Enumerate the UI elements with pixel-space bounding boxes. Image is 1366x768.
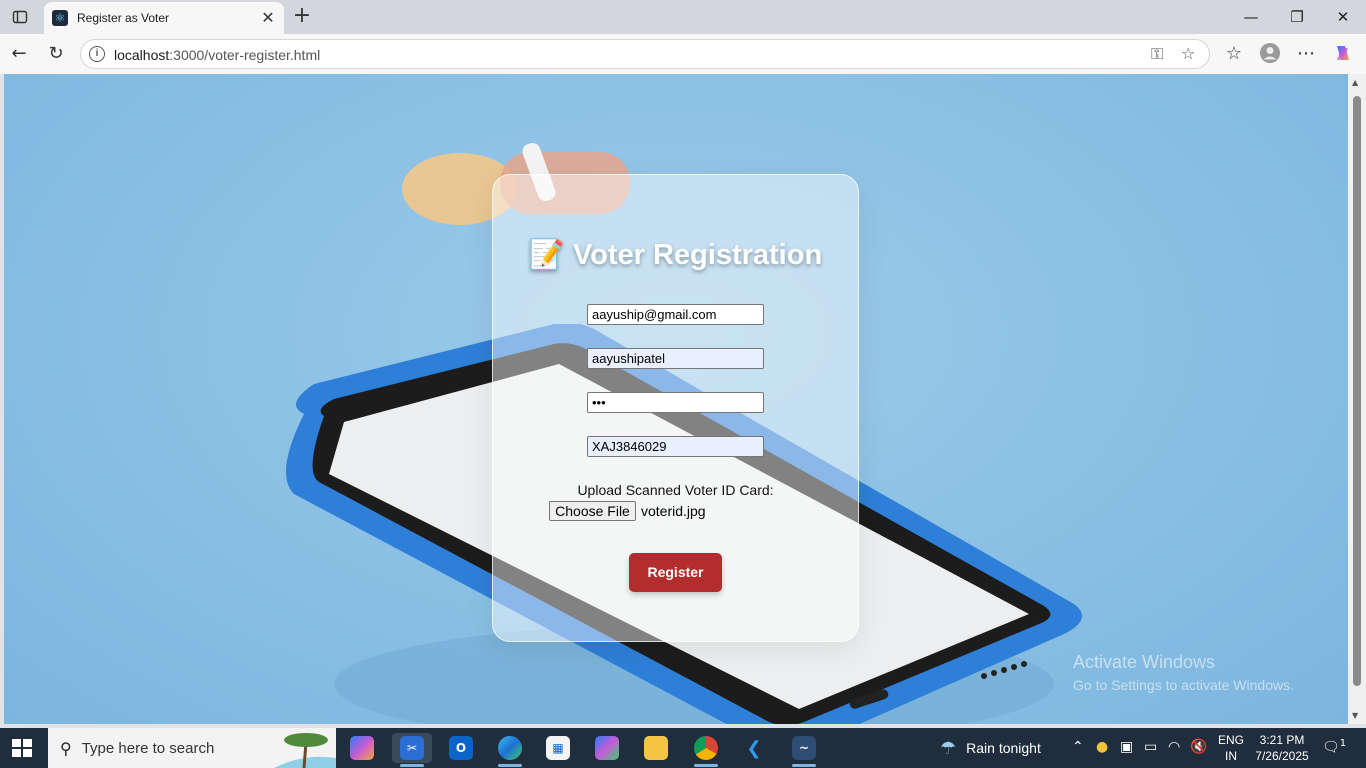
volume-muted-icon[interactable]: 🔇 <box>1190 739 1207 755</box>
copilot-app-icon <box>350 736 374 760</box>
taskbar-edge[interactable] <box>490 733 530 767</box>
weather-widget[interactable]: ☂ Rain tonight <box>940 728 1041 768</box>
snipping-tool-icon: ✂ <box>400 736 424 760</box>
camera-tray-icon[interactable]: ▣ <box>1120 739 1133 755</box>
copilot-icon[interactable] <box>1330 42 1356 66</box>
search-highlight-tree-icon <box>274 733 336 768</box>
activate-windows-watermark: Activate Windows Go to Settings to activ… <box>1073 652 1294 693</box>
vertical-scrollbar[interactable]: ▲ ▼ <box>1348 74 1366 724</box>
refresh-icon[interactable]: ↻ <box>43 42 69 66</box>
windows-start-icon[interactable] <box>10 738 34 758</box>
language-indicator[interactable]: ENG IN <box>1218 732 1244 764</box>
password-key-icon[interactable]: ⚿ <box>1151 44 1163 64</box>
rain-cloud-icon: ☂ <box>940 737 957 759</box>
outlook-icon: O <box>449 736 473 760</box>
taskbar-file-explorer[interactable] <box>636 733 676 763</box>
show-hidden-icons-chevron-icon[interactable]: ⌃ <box>1072 739 1084 755</box>
address-bar[interactable]: i localhost:3000/voter-register.html ⚿ ☆ <box>80 39 1210 69</box>
minimize-icon[interactable]: — <box>1228 4 1274 30</box>
favorites-icon[interactable]: ☆ <box>1221 42 1247 66</box>
page-title: 📝 Voter Registration <box>528 237 823 271</box>
taskbar-outlook[interactable]: O <box>441 733 481 763</box>
close-tab-icon[interactable]: ✕ <box>258 8 278 28</box>
edge-icon <box>498 736 522 760</box>
url-text: localhost:3000/voter-register.html <box>114 47 321 63</box>
system-clock[interactable]: 3:21 PM 7/26/2025 <box>1254 732 1310 764</box>
scroll-thumb[interactable] <box>1353 96 1361 686</box>
search-icon: ⚲ <box>60 738 72 758</box>
registration-card: 📝Voter Registration Upload Scanned Voter… <box>492 174 859 642</box>
battery-icon[interactable]: ▭ <box>1144 739 1157 755</box>
taskbar-chrome[interactable] <box>686 733 726 767</box>
browser-tab-active[interactable]: ⚛ Register as Voter ✕ <box>44 2 284 34</box>
restore-icon[interactable]: ❐ <box>1274 4 1320 30</box>
profile-avatar-icon[interactable] <box>1257 42 1283 66</box>
wifi-icon[interactable]: ◠ <box>1168 739 1180 755</box>
tab-actions-icon[interactable] <box>8 6 32 28</box>
new-tab-icon[interactable]: + <box>290 4 314 28</box>
mysql-workbench-icon: ~ <box>792 736 816 760</box>
microsoft-store-icon: ▦ <box>546 736 570 760</box>
close-window-icon[interactable]: ✕ <box>1320 4 1366 30</box>
norton-tray-icon[interactable]: ● <box>1096 739 1108 755</box>
chrome-icon <box>694 736 718 760</box>
selected-file-name: voterid.jpg <box>641 503 706 519</box>
windows-taskbar: ⚲ Type here to search ✂ O ▦ ❮ ~ ☂ Rain t… <box>0 728 1366 768</box>
taskbar-m365[interactable] <box>587 733 627 763</box>
password-field[interactable] <box>587 392 764 413</box>
browser-tab-bar: ⚛ Register as Voter ✕ + — ❐ ✕ <box>0 0 1366 34</box>
taskbar-mysql-workbench[interactable]: ~ <box>784 733 824 767</box>
memo-icon: 📝 <box>528 237 565 271</box>
voter-id-field[interactable] <box>587 436 764 457</box>
notification-center-icon[interactable]: 🗨1 <box>1322 738 1346 756</box>
back-icon[interactable]: ← <box>6 42 32 66</box>
taskbar-vscode[interactable]: ❮ <box>734 733 774 763</box>
m365-icon <box>595 736 619 760</box>
taskbar-search-box[interactable]: ⚲ Type here to search <box>48 728 336 768</box>
site-info-icon[interactable]: i <box>89 46 105 62</box>
page-viewport: 📝Voter Registration Upload Scanned Voter… <box>4 74 1348 724</box>
scroll-up-icon[interactable]: ▲ <box>1352 78 1358 87</box>
email-field[interactable] <box>587 304 764 325</box>
taskbar-store[interactable]: ▦ <box>538 733 578 763</box>
browser-toolbar: ← ↻ i localhost:3000/voter-register.html… <box>0 34 1366 74</box>
scroll-down-icon[interactable]: ▼ <box>1352 711 1358 720</box>
username-field[interactable] <box>587 348 764 369</box>
register-button[interactable]: Register <box>629 553 722 592</box>
taskbar-snipping-tool[interactable]: ✂ <box>392 733 432 767</box>
taskbar-copilot-app[interactable] <box>342 733 382 763</box>
tab-title: Register as Voter <box>77 11 170 25</box>
upload-label: Upload Scanned Voter ID Card: <box>577 482 774 498</box>
choose-file-button[interactable]: Choose File <box>549 501 636 521</box>
favorite-star-icon[interactable]: ☆ <box>1181 44 1195 63</box>
file-explorer-icon <box>644 736 668 760</box>
more-options-icon[interactable]: ⋯ <box>1293 42 1319 66</box>
react-favicon-icon: ⚛ <box>52 10 68 26</box>
vscode-icon: ❮ <box>742 736 766 760</box>
